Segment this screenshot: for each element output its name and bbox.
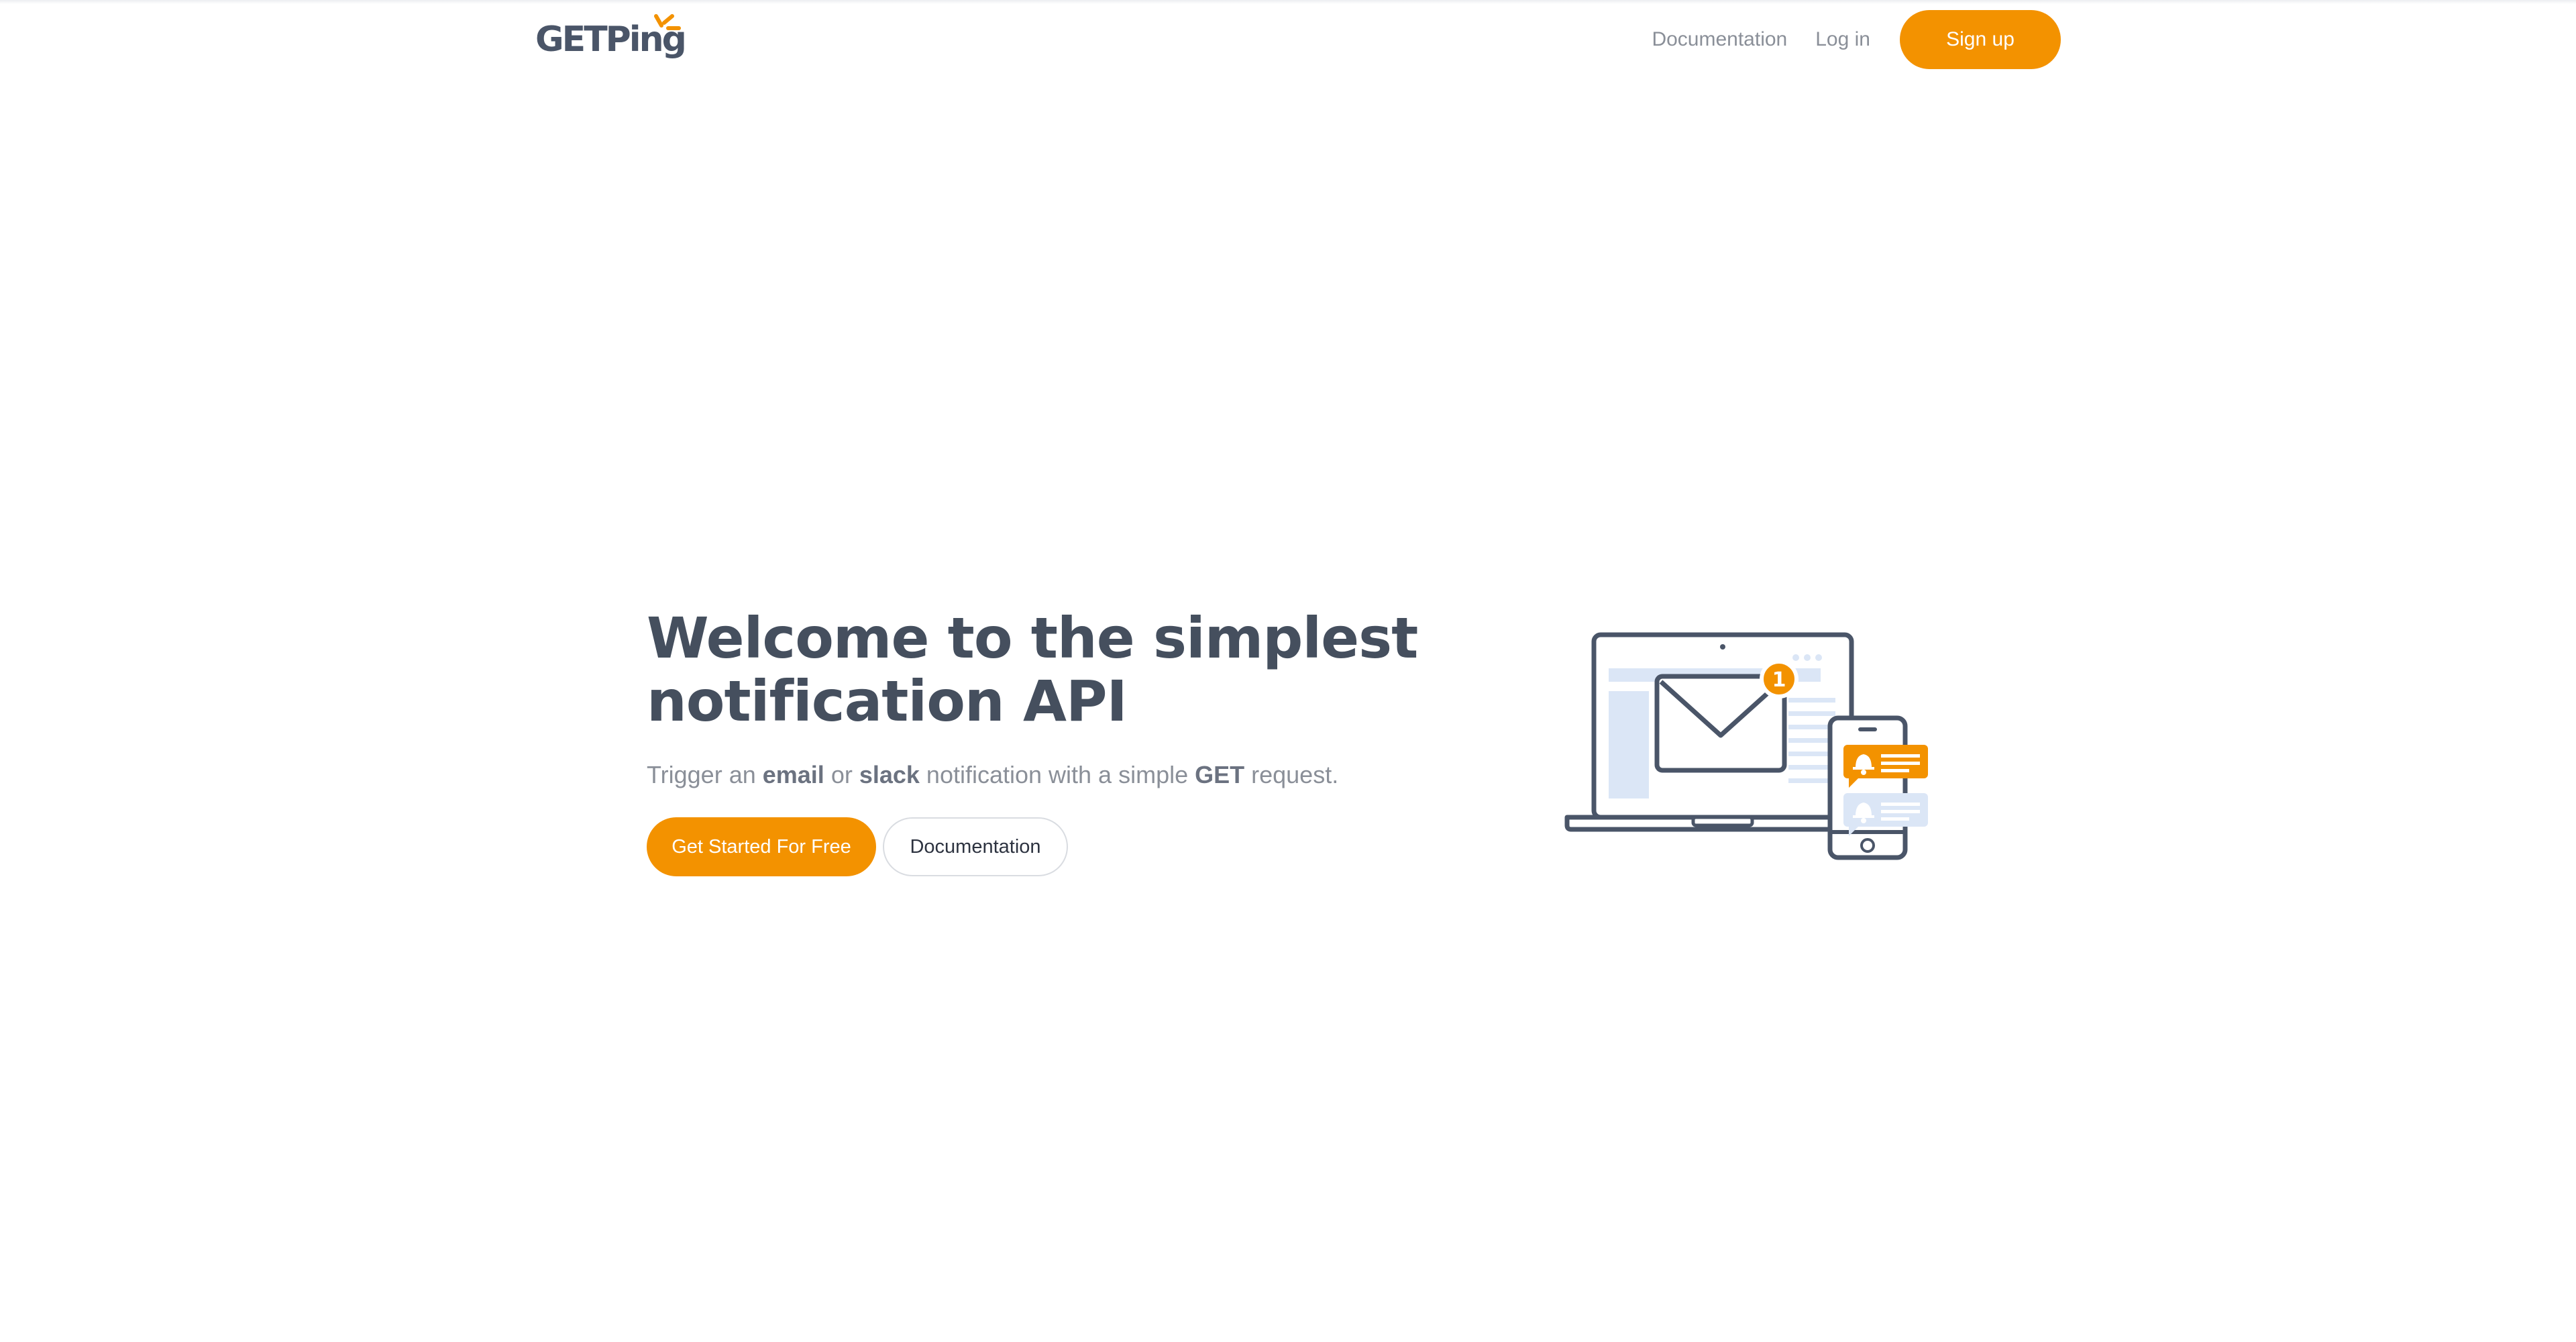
- logo-spark-icon: [654, 14, 681, 30]
- hero-title-line-1: Welcome to the simplest: [647, 605, 1418, 671]
- subtitle-text: request.: [1244, 761, 1339, 788]
- subtitle-slack: slack: [859, 761, 920, 788]
- subtitle-text: or: [824, 761, 859, 788]
- main-nav: Documentation Log in Sign up: [1652, 10, 2061, 69]
- subtitle-email: email: [762, 761, 824, 788]
- top-shadow: [0, 0, 2576, 4]
- notification-badge: 1: [1760, 660, 1799, 699]
- notification-illustration: 1: [1564, 632, 1928, 860]
- documentation-button[interactable]: Documentation: [883, 817, 1068, 876]
- site-header: GETPing Documentation Log in Sign up: [535, 9, 2061, 70]
- nav-login-link[interactable]: Log in: [1815, 28, 1870, 51]
- signup-button[interactable]: Sign up: [1900, 10, 2061, 69]
- phone-icon: [1827, 715, 1908, 860]
- nav-documentation-link[interactable]: Documentation: [1652, 28, 1787, 51]
- subtitle-text: Trigger an: [647, 761, 763, 788]
- logo[interactable]: GETPing: [535, 9, 687, 70]
- hero-title-line-2: notification API: [647, 668, 1128, 734]
- hero-subtitle: Trigger an email or slack notification w…: [647, 758, 1519, 792]
- subtitle-get: GET: [1195, 761, 1245, 788]
- get-started-button[interactable]: Get Started For Free: [647, 817, 876, 876]
- hero-section: Welcome to the simplest notification API…: [647, 607, 1519, 876]
- badge-count: 1: [1772, 668, 1786, 692]
- subtitle-text: notification with a simple: [919, 761, 1195, 788]
- hero-title: Welcome to the simplest notification API: [647, 607, 1519, 733]
- hero-actions: Get Started For Free Documentation: [647, 817, 1519, 876]
